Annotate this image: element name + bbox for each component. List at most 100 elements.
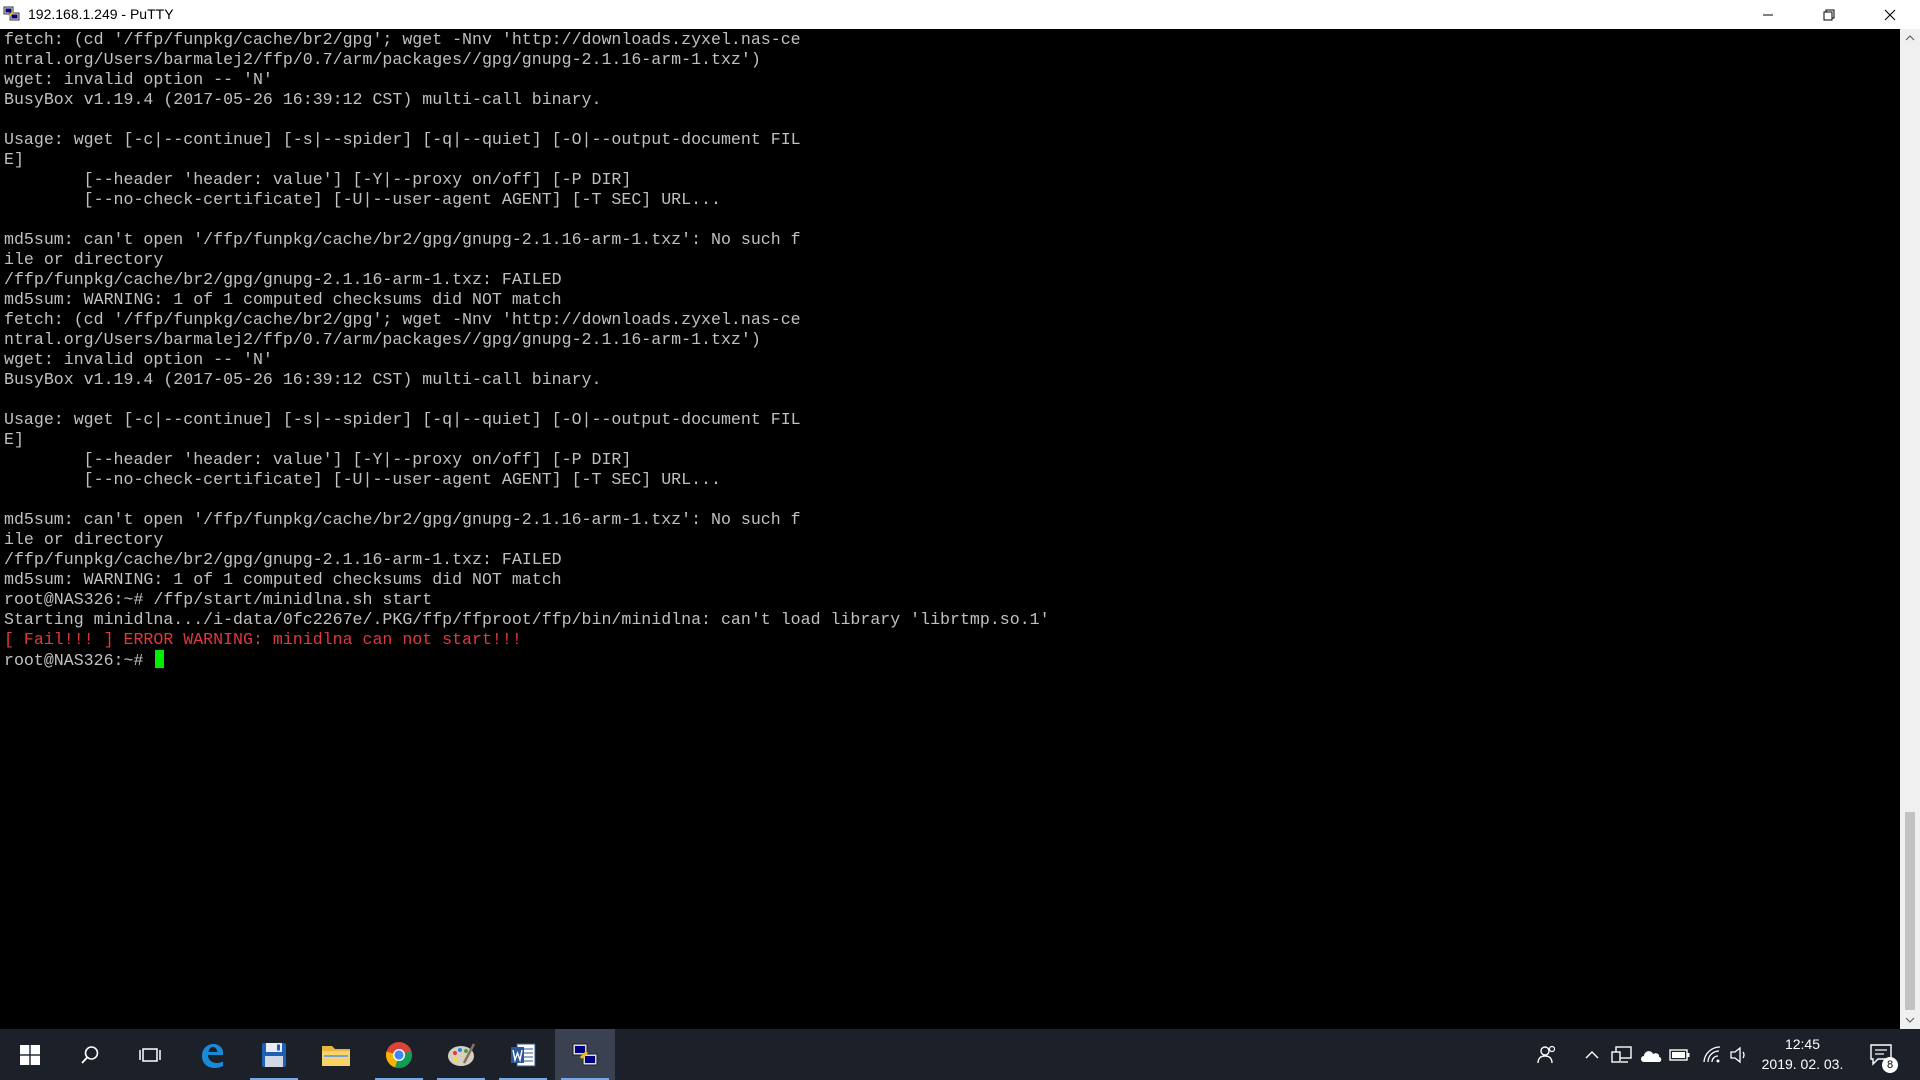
terminal-line: ntral.org/Users/barmalej2/ffp/0.7/arm/pa… <box>4 330 1050 350</box>
terminal-area[interactable]: fetch: (cd '/ffp/funpkg/cache/br2/gpg'; … <box>0 29 1900 1029</box>
terminal-line: [--no-check-certificate] [-U|--user-agen… <box>4 190 1050 210</box>
terminal-cursor <box>155 650 165 668</box>
terminal-line-text: md5sum: WARNING: 1 of 1 computed checksu… <box>4 570 562 589</box>
terminal-line: [--header 'header: value'] [-Y|--proxy o… <box>4 170 1050 190</box>
putty-icon[interactable] <box>3 6 21 22</box>
taskbar-edge[interactable] <box>182 1029 242 1080</box>
edge-icon <box>202 1043 224 1068</box>
terminal-line: md5sum: WARNING: 1 of 1 computed checksu… <box>4 570 1050 590</box>
scroll-down-button[interactable] <box>1900 1011 1920 1029</box>
taskbar: 12:45 2019. 02. 03. 8 <box>0 1029 1920 1080</box>
window-title: 192.168.1.249 - PuTTY <box>28 6 174 22</box>
task-view-icon <box>139 1047 161 1062</box>
taskbar-putty[interactable] <box>555 1029 615 1080</box>
search-button[interactable] <box>60 1029 120 1080</box>
tray-wifi[interactable] <box>1700 1043 1724 1067</box>
tray-battery[interactable] <box>1668 1043 1692 1067</box>
network-device-icon <box>1611 1046 1632 1063</box>
chevron-up-icon <box>1905 35 1915 41</box>
terminal-line-text: [--header 'header: value'] [-Y|--proxy o… <box>4 170 632 189</box>
terminal-line-text: [--no-check-certificate] [-U|--user-agen… <box>4 190 721 209</box>
taskbar-paint[interactable] <box>431 1029 491 1080</box>
terminal-line: root@NAS326:~# <box>4 650 1050 670</box>
people-button[interactable] <box>1535 1043 1559 1067</box>
terminal-line-text: md5sum: can't open '/ffp/funpkg/cache/br… <box>4 510 801 529</box>
taskbar-word[interactable] <box>493 1029 553 1080</box>
terminal-line-text: BusyBox v1.19.4 (2017-05-26 16:39:12 CST… <box>4 90 602 109</box>
terminal-line-text: Usage: wget [-c|--continue] [-s|--spider… <box>4 410 801 429</box>
terminal-line: [--no-check-certificate] [-U|--user-agen… <box>4 470 1050 490</box>
restore-button[interactable] <box>1798 0 1859 29</box>
terminal-line: /ffp/funpkg/cache/br2/gpg/gnupg-2.1.16-a… <box>4 270 1050 290</box>
terminal-line-text: fetch: (cd '/ffp/funpkg/cache/br2/gpg'; … <box>4 310 801 329</box>
terminal-line: ile or directory <box>4 530 1050 550</box>
terminal-line: fetch: (cd '/ffp/funpkg/cache/br2/gpg'; … <box>4 30 1050 50</box>
terminal-line-text: root@NAS326:~# /ffp/start/minidlna.sh st… <box>4 590 433 609</box>
terminal-line-text: wget: invalid option -- 'N' <box>4 70 273 89</box>
restore-icon <box>1823 9 1834 20</box>
terminal-line-text: wget: invalid option -- 'N' <box>4 350 273 369</box>
word-icon <box>511 1043 536 1066</box>
minimize-icon <box>1762 14 1773 15</box>
terminal-line-text: E] <box>4 430 24 449</box>
terminal-line: root@NAS326:~# /ffp/start/minidlna.sh st… <box>4 590 1050 610</box>
terminal-line: Usage: wget [-c|--continue] [-s|--spider… <box>4 410 1050 430</box>
task-view-button[interactable] <box>120 1029 180 1080</box>
terminal-line: Starting minidlna.../i-data/0fc2267e/.PK… <box>4 610 1050 630</box>
taskbar-file-explorer[interactable] <box>306 1029 366 1080</box>
taskbar-clock[interactable]: 12:45 2019. 02. 03. <box>1755 1034 1850 1074</box>
window-title-bar[interactable]: 192.168.1.249 - PuTTY <box>0 0 1920 30</box>
terminal-line: md5sum: WARNING: 1 of 1 computed checksu… <box>4 290 1050 310</box>
terminal-line: BusyBox v1.19.4 (2017-05-26 16:39:12 CST… <box>4 370 1050 390</box>
people-icon <box>1537 1045 1556 1064</box>
terminal-line-text: Starting minidlna.../i-data/0fc2267e/.PK… <box>4 610 1050 629</box>
terminal-line: E] <box>4 150 1050 170</box>
clock-date: 2019. 02. 03. <box>1761 1056 1844 1072</box>
start-button[interactable] <box>0 1029 60 1080</box>
scroll-thumb[interactable] <box>1905 812 1915 1010</box>
terminal-line-text: ntral.org/Users/barmalej2/ffp/0.7/arm/pa… <box>4 50 761 69</box>
terminal-line-text: root@NAS326:~# <box>4 651 154 670</box>
vertical-scrollbar[interactable] <box>1900 29 1920 1029</box>
chrome-icon <box>386 1041 412 1068</box>
show-hidden-icons-button[interactable] <box>1580 1043 1604 1067</box>
terminal-line: md5sum: can't open '/ffp/funpkg/cache/br… <box>4 510 1050 530</box>
chevron-down-icon <box>1905 1017 1915 1023</box>
terminal-line-text: [--header 'header: value'] [-Y|--proxy o… <box>4 450 632 469</box>
close-button[interactable] <box>1859 0 1920 29</box>
terminal-line: [ Fail!!! ] ERROR WARNING: minidlna can … <box>4 630 1050 650</box>
tray-network-device[interactable] <box>1610 1043 1634 1067</box>
terminal-line-text: E] <box>4 150 24 169</box>
minimize-button[interactable] <box>1737 0 1798 29</box>
terminal-line-text: BusyBox v1.19.4 (2017-05-26 16:39:12 CST… <box>4 370 602 389</box>
terminal-line-text: ile or directory <box>4 250 164 269</box>
terminal-line: ile or directory <box>4 250 1050 270</box>
terminal-line-text: [--no-check-certificate] [-U|--user-agen… <box>4 470 721 489</box>
terminal-line-text: ile or directory <box>4 530 164 549</box>
taskbar-chrome[interactable] <box>369 1029 429 1080</box>
tray-onedrive[interactable] <box>1639 1043 1663 1067</box>
floppy-disk-icon <box>262 1042 286 1067</box>
chevron-up-icon <box>1585 1051 1599 1059</box>
scroll-up-button[interactable] <box>1900 29 1920 47</box>
terminal-line: BusyBox v1.19.4 (2017-05-26 16:39:12 CST… <box>4 90 1050 110</box>
clock-time: 12:45 <box>1784 1036 1821 1052</box>
tray-volume[interactable] <box>1727 1043 1751 1067</box>
terminal-line: wget: invalid option -- 'N' <box>4 350 1050 370</box>
terminal-line-text: ntral.org/Users/barmalej2/ffp/0.7/arm/pa… <box>4 330 761 349</box>
terminal-line-text: /ffp/funpkg/cache/br2/gpg/gnupg-2.1.16-a… <box>4 550 562 569</box>
terminal-line: fetch: (cd '/ffp/funpkg/cache/br2/gpg'; … <box>4 310 1050 330</box>
terminal-line: md5sum: can't open '/ffp/funpkg/cache/br… <box>4 230 1050 250</box>
terminal-line: wget: invalid option -- 'N' <box>4 70 1050 90</box>
terminal-line: Usage: wget [-c|--continue] [-s|--spider… <box>4 130 1050 150</box>
terminal-line: /ffp/funpkg/cache/br2/gpg/gnupg-2.1.16-a… <box>4 550 1050 570</box>
notification-count-badge: 8 <box>1882 1057 1898 1073</box>
taskbar-save-app[interactable] <box>244 1029 304 1080</box>
terminal-line: [--header 'header: value'] [-Y|--proxy o… <box>4 450 1050 470</box>
paint-palette-icon <box>448 1042 476 1066</box>
battery-icon <box>1669 1049 1690 1061</box>
wifi-icon <box>1703 1046 1721 1063</box>
